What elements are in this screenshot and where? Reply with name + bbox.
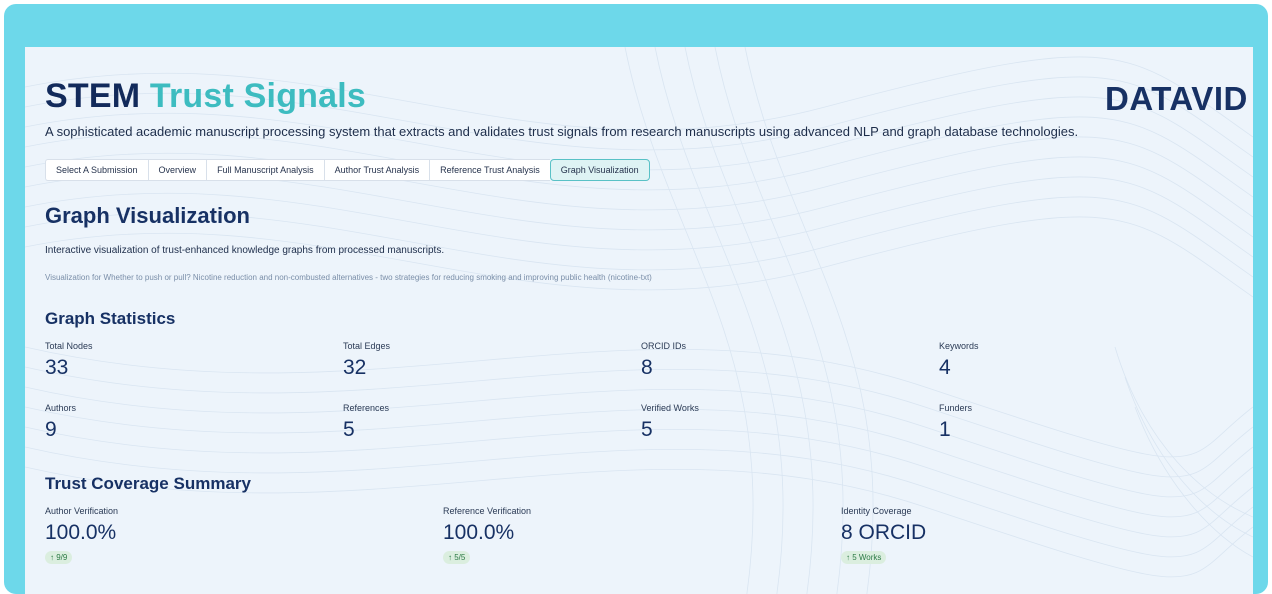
stat-label: Total Nodes xyxy=(45,341,93,351)
tab-author-trust-analysis[interactable]: Author Trust Analysis xyxy=(323,159,430,181)
stat-label: Keywords xyxy=(939,341,979,351)
stat-value: 33 xyxy=(45,356,69,379)
stat-value: 4 xyxy=(939,356,951,379)
coverage-delta-badge: ↑ 5 Works xyxy=(841,551,887,564)
coverage-label: Reference Verification xyxy=(443,506,532,516)
stat-label: References xyxy=(343,403,390,413)
coverage-label: Author Verification xyxy=(45,506,119,516)
coverage-delta-badge: ↑ 9/9 xyxy=(45,551,73,564)
coverage-delta-badge: ↑ 5/5 xyxy=(443,551,471,564)
graph-statistics-heading: Graph Statistics xyxy=(45,309,176,328)
app-title: STEM Trust Signals xyxy=(45,77,366,116)
trust-coverage-heading: Trust Coverage Summary xyxy=(45,474,251,493)
coverage-identity-coverage: Identity Coverage 8 ORCID ↑ 5 Works xyxy=(841,506,926,565)
app-subtitle: A sophisticated academic manuscript proc… xyxy=(45,124,1079,139)
stat-references: References 5 xyxy=(343,403,389,442)
stat-funders: Funders 1 xyxy=(939,403,972,442)
browser-frame: STEM Trust Signals DATAVID A sophisticat… xyxy=(4,4,1268,594)
stat-value: 32 xyxy=(343,356,367,379)
stat-keywords: Keywords 4 xyxy=(939,341,979,380)
stat-value: 5 xyxy=(641,418,653,441)
tab-reference-trust-analysis[interactable]: Reference Trust Analysis xyxy=(429,159,550,181)
page-description: Interactive visualization of trust-enhan… xyxy=(45,245,445,256)
stat-total-edges: Total Edges 32 xyxy=(343,341,390,380)
stat-orcid-ids: ORCID IDs 8 xyxy=(641,341,686,380)
coverage-value: 100.0% xyxy=(45,521,117,544)
stat-value: 5 xyxy=(343,418,355,441)
datavid-logo: DATAVID xyxy=(1105,80,1248,117)
stat-value: 1 xyxy=(939,418,951,441)
stat-value: 9 xyxy=(45,418,57,441)
page-title: Graph Visualization xyxy=(45,203,250,228)
coverage-reference-verification: Reference Verification 100.0% ↑ 5/5 xyxy=(443,506,531,565)
stat-label: ORCID IDs xyxy=(641,341,686,351)
stat-label: Funders xyxy=(939,403,973,413)
stat-total-nodes: Total Nodes 33 xyxy=(45,341,93,380)
stat-label: Verified Works xyxy=(641,403,699,413)
coverage-author-verification: Author Verification 100.0% ↑ 9/9 xyxy=(45,506,118,565)
tab-bar: Select A Submission Overview Full Manusc… xyxy=(45,159,650,181)
coverage-label: Identity Coverage xyxy=(841,506,912,516)
tab-select-a-submission[interactable]: Select A Submission xyxy=(45,159,148,181)
app-title-trust-signals: Trust Signals xyxy=(149,77,367,115)
stat-label: Total Edges xyxy=(343,341,391,351)
stat-value: 8 xyxy=(641,356,653,379)
coverage-value: 100.0% xyxy=(443,521,515,544)
stat-authors: Authors 9 xyxy=(45,403,76,442)
visualization-caption: Visualization for Whether to push or pul… xyxy=(45,273,652,282)
stat-verified-works: Verified Works 5 xyxy=(641,403,699,442)
tab-overview[interactable]: Overview xyxy=(147,159,207,181)
app-title-stem: STEM xyxy=(45,77,141,115)
tab-full-manuscript-analysis[interactable]: Full Manuscript Analysis xyxy=(206,159,324,181)
stat-label: Authors xyxy=(45,403,77,413)
coverage-value: 8 ORCID xyxy=(841,521,927,544)
tab-graph-visualization[interactable]: Graph Visualization xyxy=(549,159,650,181)
app-window: STEM Trust Signals DATAVID A sophisticat… xyxy=(25,47,1253,594)
